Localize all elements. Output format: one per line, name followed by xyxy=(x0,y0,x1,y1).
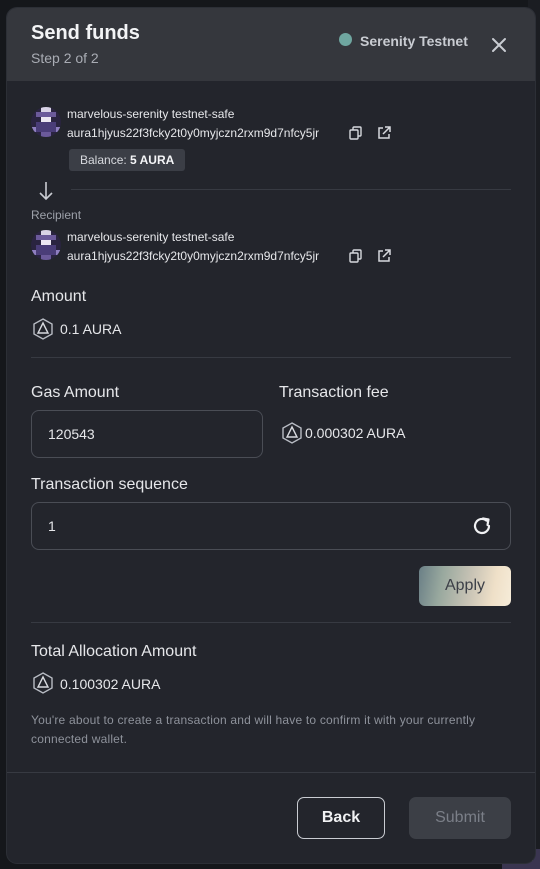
close-icon xyxy=(492,38,506,52)
balance-badge: Balance: 5 AURA xyxy=(69,149,186,171)
open-recipient-explorer-button[interactable] xyxy=(376,248,392,264)
refresh-icon xyxy=(473,517,491,535)
transaction-fee-label: Transaction fee xyxy=(279,384,389,401)
gas-amount-label: Gas Amount xyxy=(31,384,120,401)
gas-amount-input[interactable]: 120543 xyxy=(31,410,263,458)
sender-account: marvelous-serenity testnet-safe aura1hjy… xyxy=(31,107,511,177)
transaction-sequence-label: Transaction sequence xyxy=(31,476,188,493)
copy-icon xyxy=(349,126,362,140)
refresh-sequence-button[interactable] xyxy=(471,515,493,537)
recipient-label: Recipient xyxy=(31,208,82,222)
modal-header: Send funds Step 2 of 2 Serenity Testnet xyxy=(7,8,535,81)
network-indicator: Serenity Testnet xyxy=(339,32,468,49)
footer-divider xyxy=(7,772,535,773)
network-status-dot xyxy=(339,32,352,46)
copy-icon xyxy=(349,249,362,263)
total-allocation-value: 0.100302 AURA xyxy=(60,676,161,692)
divider xyxy=(31,622,511,623)
amount-value: 0.1 AURA xyxy=(60,321,122,337)
transaction-fee-value: 0.000302 AURA xyxy=(305,425,406,441)
network-name: Serenity Testnet xyxy=(360,33,468,49)
balance-value: 5 AURA xyxy=(130,153,175,167)
recipient-address: aura1hjyus22f3fcky2t0y0myjczn2rxm9d7nfcy… xyxy=(67,249,320,263)
sender-name: marvelous-serenity testnet-safe xyxy=(67,107,235,121)
total-allocation-label: Total Allocation Amount xyxy=(31,643,197,660)
sender-avatar xyxy=(31,107,61,137)
submit-button[interactable]: Submit xyxy=(409,797,511,839)
gas-amount-value: 120543 xyxy=(48,426,95,442)
recipient-account: marvelous-serenity testnet-safe aura1hjy… xyxy=(31,230,511,266)
recipient-name: marvelous-serenity testnet-safe xyxy=(67,230,235,244)
arrow-down-icon xyxy=(39,182,53,201)
aura-token-icon xyxy=(33,672,53,694)
step-indicator: Step 2 of 2 xyxy=(31,50,99,66)
recipient-avatar xyxy=(31,230,61,260)
balance-label: Balance: xyxy=(80,153,131,167)
amount-label: Amount xyxy=(31,288,87,305)
transaction-sequence-input[interactable]: 1 xyxy=(31,502,511,550)
sender-address: aura1hjyus22f3fcky2t0y0myjczn2rxm9d7nfcy… xyxy=(67,126,320,140)
confirmation-note: You're about to create a transaction and… xyxy=(31,713,476,746)
divider xyxy=(71,189,511,190)
open-sender-explorer-button[interactable] xyxy=(376,125,392,141)
external-link-icon xyxy=(378,249,391,262)
apply-button[interactable]: Apply xyxy=(419,566,511,606)
send-funds-modal: Send funds Step 2 of 2 Serenity Testnet xyxy=(7,8,535,863)
back-button[interactable]: Back xyxy=(297,797,385,839)
external-link-icon xyxy=(378,126,391,139)
aura-token-icon xyxy=(33,318,53,340)
copy-recipient-address-button[interactable] xyxy=(348,248,364,264)
close-button[interactable] xyxy=(488,34,510,56)
copy-sender-address-button[interactable] xyxy=(348,125,364,141)
transaction-sequence-value: 1 xyxy=(48,518,56,534)
aura-token-icon xyxy=(282,422,302,444)
divider xyxy=(31,357,511,358)
